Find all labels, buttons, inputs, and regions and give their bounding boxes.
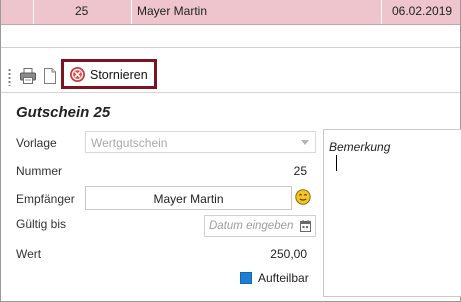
recipient-label: Empfänger (16, 192, 75, 206)
remarks-placeholder: Bemerkung (329, 140, 391, 154)
toolbar-grip[interactable] (8, 68, 11, 86)
value-amount: 250,00 (270, 247, 307, 261)
document-icon[interactable] (41, 67, 59, 85)
smiley-icon[interactable] (295, 189, 311, 205)
recipient-value: Mayer Martin (153, 192, 224, 206)
column-divider (381, 0, 382, 24)
text-cursor (336, 155, 337, 171)
cancel-button-label: Stornieren (90, 68, 148, 82)
row-name-cell: Mayer Martin (137, 4, 208, 18)
recipient-field[interactable]: Mayer Martin (85, 186, 292, 210)
template-label: Vorlage (16, 136, 57, 150)
cancel-circle-icon (70, 67, 85, 82)
valid-until-date-input[interactable]: Datum eingeben (204, 215, 316, 237)
number-value: 25 (293, 164, 307, 178)
value-label: Wert (16, 247, 42, 261)
row-number-cell: 25 (75, 4, 89, 18)
column-divider (33, 0, 34, 24)
calendar-icon[interactable] (300, 220, 311, 232)
split-checkbox[interactable] (240, 272, 252, 284)
table-row[interactable]: 25 Mayer Martin 06.02.2019 (1, 0, 460, 25)
template-select-value: Wertgutschein (91, 136, 168, 150)
valid-until-label: Gültig bis (16, 217, 67, 231)
template-select[interactable]: Wertgutschein (85, 131, 316, 153)
row-date-cell: 06.02.2019 (392, 4, 453, 18)
page-title: Gutschein 25 (16, 104, 111, 121)
chevron-down-icon (301, 140, 309, 145)
remarks-textarea[interactable]: Bemerkung (323, 129, 461, 297)
number-label: Nummer (16, 164, 63, 178)
split-checkbox-label: Aufteilbar (258, 271, 309, 285)
column-divider (131, 0, 132, 24)
table-empty-area (1, 25, 460, 48)
printer-icon[interactable] (19, 67, 37, 85)
date-placeholder: Datum eingeben (209, 220, 294, 232)
cancel-button[interactable]: Stornieren (61, 59, 157, 89)
